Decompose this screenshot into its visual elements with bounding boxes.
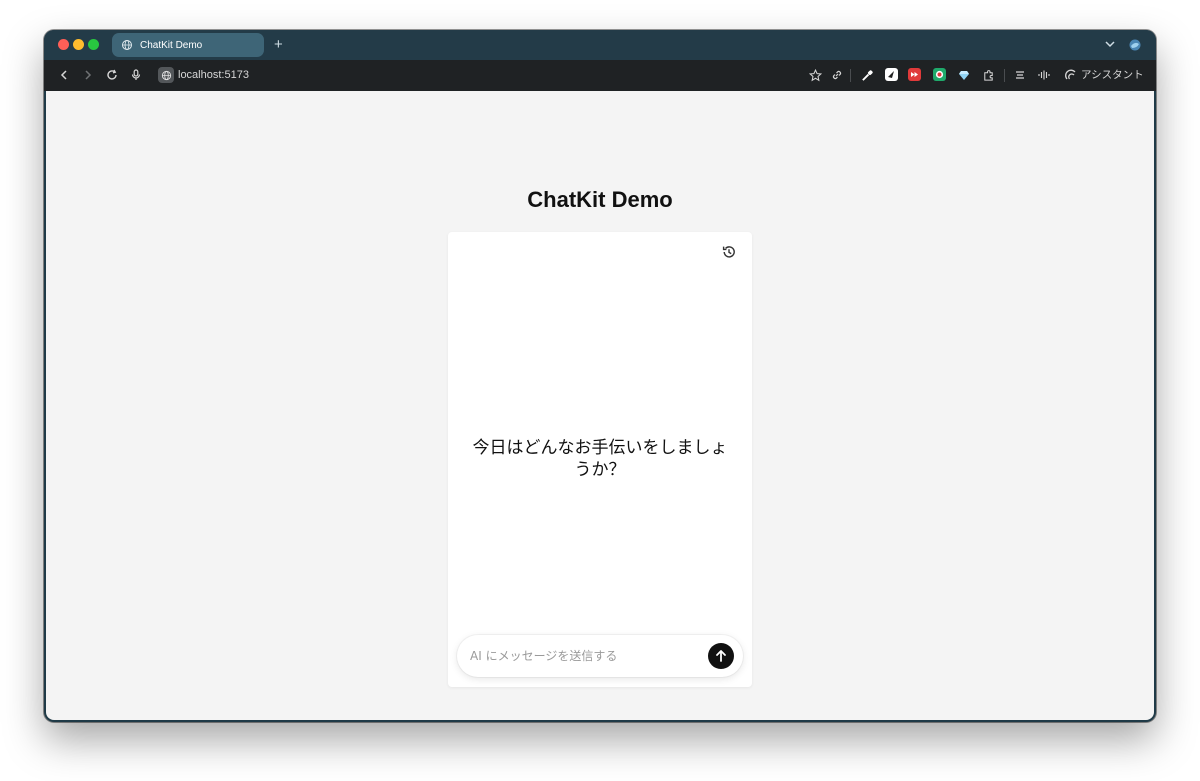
browser-window: ChatKit Demo + localhost:5173 アシスタント Cha…	[44, 30, 1156, 722]
page-viewport: ChatKit Demo 今日はどんなお手伝いをしましょうか？	[46, 91, 1154, 720]
close-window-button[interactable]	[58, 39, 69, 50]
chevron-down-icon[interactable]	[1102, 36, 1118, 52]
profile-icon[interactable]	[1127, 37, 1143, 53]
microphone-button[interactable]	[128, 67, 144, 83]
copy-link-button[interactable]	[829, 67, 845, 83]
message-input[interactable]	[470, 646, 700, 666]
chevron-left-icon	[60, 70, 67, 80]
list-icon	[1016, 71, 1024, 79]
extensions-button[interactable]	[980, 67, 996, 83]
globe-icon	[122, 40, 132, 50]
message-composer	[457, 635, 743, 677]
forward-button[interactable]	[80, 67, 96, 83]
extension-record[interactable]	[933, 68, 946, 81]
history-icon	[722, 246, 735, 258]
tab-chatkit-demo[interactable]: ChatKit Demo	[112, 33, 264, 57]
extension-gem[interactable]	[956, 67, 972, 83]
puzzle-icon	[983, 69, 993, 81]
history-button[interactable]	[720, 243, 738, 261]
extension-send[interactable]	[885, 68, 898, 81]
globe-icon	[161, 70, 171, 80]
microphone-icon	[131, 69, 141, 80]
toolbar-divider	[850, 69, 851, 82]
extension-fast-forward[interactable]	[908, 68, 921, 81]
bookmark-button[interactable]	[807, 67, 823, 83]
assistant-button[interactable]: アシスタント	[1064, 67, 1144, 82]
url-text: localhost:5173	[178, 69, 249, 81]
send-icon	[888, 71, 894, 78]
page-title: ChatKit Demo	[527, 187, 673, 212]
chevron-right-icon	[85, 70, 92, 80]
record-icon	[935, 70, 944, 79]
reload-button[interactable]	[104, 67, 120, 83]
browser-toolbar: localhost:5173 アシスタント	[44, 60, 1156, 91]
empty-state-greeting: 今日はどんなお手伝いをしましょうか？	[472, 438, 728, 480]
gem-icon	[959, 71, 969, 80]
reload-icon	[107, 69, 117, 80]
address-bar[interactable]: localhost:5173	[158, 66, 249, 84]
eyedropper-icon	[861, 69, 873, 81]
send-button[interactable]	[708, 643, 734, 669]
fast-forward-icon	[911, 72, 918, 77]
toolbar-divider	[1004, 69, 1005, 82]
assistant-icon	[1065, 69, 1076, 79]
assistant-label: アシスタント	[1081, 69, 1144, 81]
audio-button[interactable]	[1036, 67, 1052, 83]
new-tab-button[interactable]: +	[274, 35, 283, 55]
tab-title: ChatKit Demo	[140, 39, 203, 51]
back-button[interactable]	[56, 67, 72, 83]
chat-panel: 今日はどんなお手伝いをしましょうか？	[448, 232, 752, 687]
waveform-icon	[1038, 70, 1050, 80]
extension-eyedropper[interactable]	[859, 67, 875, 83]
star-icon	[808, 68, 822, 81]
site-info-icon[interactable]	[158, 67, 174, 83]
reading-list-button[interactable]	[1012, 67, 1028, 83]
maximize-window-button[interactable]	[88, 39, 99, 50]
tab-strip: ChatKit Demo +	[44, 30, 1156, 60]
arrow-up-icon	[716, 650, 726, 662]
minimize-window-button[interactable]	[73, 39, 84, 50]
link-icon	[832, 70, 842, 80]
